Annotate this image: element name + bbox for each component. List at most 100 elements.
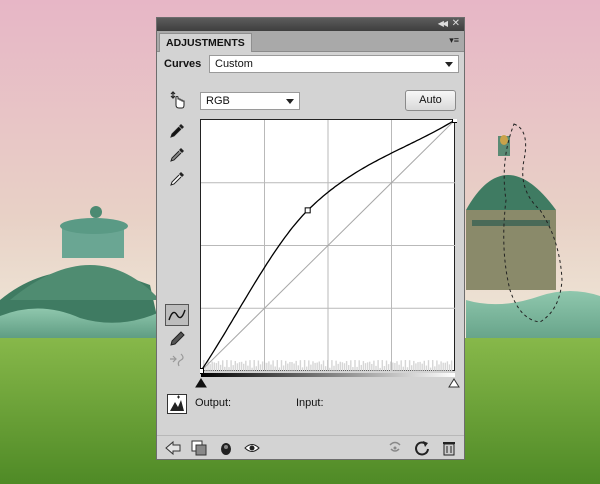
histogram-bar <box>348 365 350 371</box>
histogram-bar <box>406 367 409 371</box>
panel-menu-icon[interactable]: ▾≡ <box>449 35 459 46</box>
histogram-bar <box>282 365 285 371</box>
histogram-bar <box>446 361 449 371</box>
chevron-down-icon <box>445 62 453 67</box>
histogram-bar <box>364 363 367 371</box>
histogram-bar <box>295 360 297 371</box>
histogram-bar <box>310 364 312 371</box>
smooth-curve-icon[interactable] <box>167 350 187 370</box>
histogram-bar <box>316 362 318 371</box>
histogram-bar <box>427 360 430 371</box>
curve-points-icon[interactable] <box>165 304 189 326</box>
chevron-down-icon <box>286 99 294 104</box>
tab-adjustments[interactable]: ADJUSTMENTS <box>159 33 252 52</box>
histogram-bar <box>230 360 232 371</box>
histogram-bar <box>287 363 289 371</box>
histogram-bar <box>415 363 417 371</box>
refresh-icon[interactable] <box>413 439 431 457</box>
histogram-bar <box>333 365 335 371</box>
histogram-bar <box>337 363 339 371</box>
curve-control-point[interactable] <box>452 119 458 123</box>
histogram-bar <box>314 362 316 371</box>
histogram-bar <box>379 367 381 371</box>
histogram-bar <box>261 361 264 371</box>
channel-dropdown[interactable]: RGB <box>200 92 300 110</box>
histogram-bar <box>308 360 310 371</box>
histogram-bar <box>255 366 257 371</box>
histogram-bar <box>440 361 442 371</box>
histogram-bar <box>219 364 222 371</box>
histogram-bar <box>442 362 444 371</box>
curve-control-point[interactable] <box>304 207 311 214</box>
histogram-bar <box>387 364 390 371</box>
curve-graph[interactable] <box>200 119 457 374</box>
black-point-slider[interactable] <box>195 378 207 388</box>
histogram-bar <box>293 363 295 371</box>
white-point-eyedropper-icon[interactable] <box>167 169 187 189</box>
histogram-bar <box>209 364 211 371</box>
black-point-eyedropper-icon[interactable] <box>167 121 187 141</box>
histogram-bar <box>438 364 440 371</box>
targeted-adjustment-icon[interactable] <box>167 90 187 110</box>
clip-to-layer-icon[interactable] <box>190 439 208 457</box>
histogram-bar <box>345 361 348 371</box>
histogram-bar <box>266 362 268 371</box>
histogram-bar <box>396 361 398 371</box>
histogram-bar <box>247 365 249 371</box>
auto-button[interactable]: Auto <box>405 90 456 111</box>
histogram-bar <box>272 360 274 371</box>
clipping-warning-icon[interactable] <box>167 394 187 414</box>
histogram-bar <box>215 363 218 371</box>
histogram-bar <box>377 360 379 371</box>
histogram-bar <box>232 365 234 371</box>
panel-titlebar[interactable]: ◀◀ ✕ <box>157 18 464 31</box>
histogram-bar <box>331 360 333 371</box>
histogram-bar <box>234 360 236 371</box>
gray-point-eyedropper-icon[interactable] <box>167 145 187 165</box>
histogram-bar <box>421 363 423 371</box>
white-point-slider[interactable] <box>448 378 460 388</box>
preset-dropdown[interactable]: Custom <box>209 55 459 73</box>
histogram-bar <box>318 361 320 371</box>
histogram-bar <box>362 361 365 371</box>
pencil-icon[interactable] <box>167 329 187 349</box>
histogram-bar <box>228 367 230 371</box>
histogram-bar <box>335 360 337 371</box>
histogram-bar <box>238 362 241 371</box>
histogram-bar <box>213 362 215 371</box>
histogram-bar <box>411 365 413 371</box>
return-arrow-icon[interactable] <box>164 439 182 457</box>
layer-visibility-toggle-icon[interactable] <box>217 439 235 457</box>
histogram-bar <box>280 360 283 371</box>
adjustments-panel: ◀◀ ✕ ADJUSTMENTS ▾≡ Curves Custom RGB Au… <box>156 17 465 460</box>
reset-icon[interactable] <box>386 439 404 457</box>
histogram-bar <box>329 367 331 371</box>
preset-value: Custom <box>215 58 253 70</box>
collapse-icon[interactable]: ◀◀ <box>438 19 448 28</box>
input-gradient-bar <box>201 373 455 377</box>
close-icon[interactable]: ✕ <box>452 18 460 29</box>
histogram-bar <box>358 360 360 371</box>
histogram-bar <box>350 360 352 371</box>
histogram-bar <box>450 360 453 371</box>
histogram-bar <box>285 360 287 371</box>
histogram-bar <box>259 364 262 371</box>
histogram-bar <box>341 362 344 371</box>
histogram-bar <box>417 362 419 371</box>
histogram-bar <box>320 364 323 371</box>
histogram-bar <box>343 363 346 371</box>
histogram-bar <box>299 360 302 371</box>
histogram-bar <box>276 360 278 371</box>
histogram-bar <box>444 362 446 371</box>
delete-icon[interactable] <box>440 439 458 457</box>
histogram-bar <box>226 360 228 371</box>
histogram-bar <box>404 360 407 371</box>
histogram-bar <box>322 360 325 371</box>
histogram-bar <box>373 360 375 371</box>
view-previous-icon[interactable] <box>243 439 261 457</box>
histogram-bar <box>360 364 362 371</box>
histogram-bar <box>356 366 358 371</box>
histogram-bar <box>425 365 428 371</box>
histogram-bar <box>289 361 291 371</box>
histogram-bar <box>224 366 226 371</box>
